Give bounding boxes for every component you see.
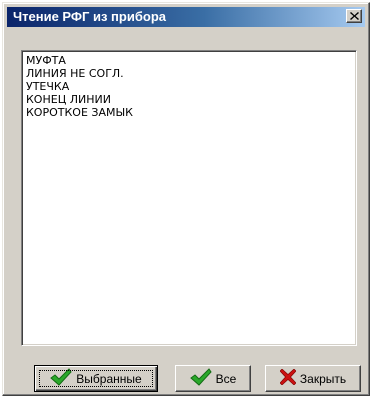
list-item-line-mismatch[interactable]: ЛИНИЯ НЕ СОГЛ.	[26, 67, 356, 80]
title-bar[interactable]: Чтение РФГ из прибора	[7, 7, 365, 27]
check-icon	[50, 368, 72, 389]
dialog-window: Чтение РФГ из прибора МУФТА ЛИНИЯ НЕ СОГ…	[2, 2, 370, 396]
close-icon	[350, 12, 359, 20]
window-title: Чтение РФГ из прибора	[13, 9, 166, 24]
selected-button-label: Выбранные	[76, 371, 142, 386]
close-button[interactable]: Закрыть	[265, 365, 361, 392]
list-item-coupling[interactable]: МУФТА	[26, 54, 356, 67]
record-listbox[interactable]: МУФТА ЛИНИЯ НЕ СОГЛ. УТЕЧКА КОНЕЦ ЛИНИИ …	[21, 50, 357, 346]
check-icon	[189, 368, 212, 389]
all-button[interactable]: Все	[175, 365, 251, 392]
close-window-button[interactable]	[346, 9, 362, 23]
all-button-label: Все	[215, 371, 237, 386]
selected-button[interactable]: Выбранные	[34, 365, 158, 392]
list-item-leak[interactable]: УТЕЧКА	[26, 80, 356, 93]
cross-icon	[279, 368, 297, 388]
close-button-label: Закрыть	[299, 371, 347, 386]
list-item-short-circuit[interactable]: КОРОТКОЕ ЗАМЫК	[26, 106, 356, 119]
list-item-line-end[interactable]: КОНЕЦ ЛИНИИ	[26, 93, 356, 106]
